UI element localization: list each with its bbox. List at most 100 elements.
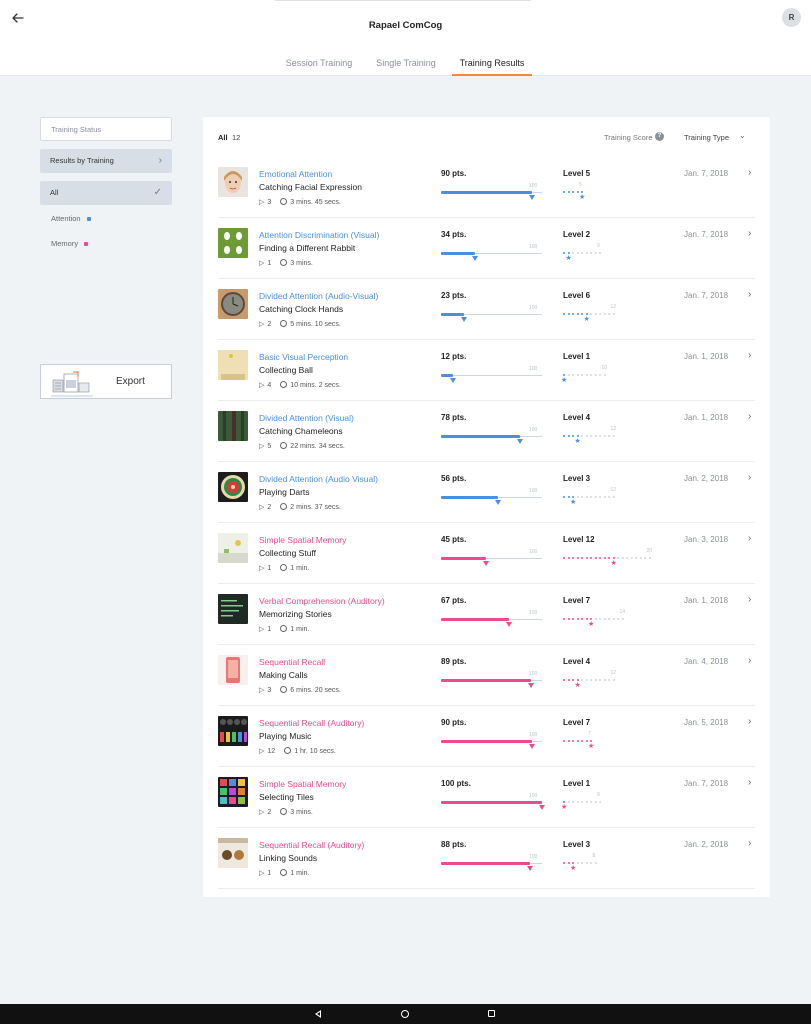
result-row[interactable]: Sequential Recall (Auditory) Playing Musi… [218,706,755,767]
play-meta: ▷ 12 1 hr. 10 secs. [259,747,336,755]
level-dot [617,557,619,559]
filter-all[interactable]: All ✓ [40,181,172,205]
level-dot [599,435,601,437]
results-by-training-button[interactable]: Results by Training › [40,149,172,173]
training-type-dropdown[interactable]: Training Type [684,133,729,142]
level-dot [590,557,592,559]
level-dot [599,496,601,498]
tab-session-training[interactable]: Session Training [282,52,356,76]
clock-icon [280,686,288,693]
tab-bar: Session Training Single Training Trainin… [0,52,811,76]
filter-memory[interactable]: Memory [51,239,89,248]
training-score-sort[interactable]: Training Score [604,133,653,142]
game-name: Finding a Different Rabbit [259,243,356,253]
level-dot [563,801,565,803]
game-name: Collecting Ball [259,365,313,375]
filter-attention[interactable]: Attention [51,214,91,223]
level-dot [581,862,583,864]
level-max-label: 7 [588,731,591,737]
level-dot [576,618,579,620]
level-dot [585,374,588,376]
result-row[interactable]: Divided Attention (Audio Visual) Playing … [218,462,755,523]
result-row[interactable]: Sequential Recall (Auditory) Linking Soun… [218,828,755,889]
play-duration: 3 mins. [290,809,313,816]
tab-training-results[interactable]: Training Results [452,52,532,76]
chevron-right-icon[interactable]: › [748,228,751,239]
result-row[interactable]: Divided Attention (Audio-Visual) Catching… [218,279,755,340]
result-row[interactable]: Attention Discrimination (Visual) Finding… [218,218,755,279]
score-fill [441,435,520,438]
score-max-label: 100 [529,793,538,799]
score-marker-icon [461,317,467,322]
level-dot [612,618,615,620]
score-max-label: 100 [529,732,538,738]
training-status-label: Training Status [51,125,102,134]
nav-home-icon[interactable] [401,1010,409,1018]
score-fill [441,801,542,804]
help-icon[interactable]: ? [655,132,664,141]
level-dot [576,313,579,315]
level-dot [608,313,610,315]
result-row[interactable]: Simple Spatial Memory Collecting Stuff ▷ 1 1… [218,523,755,584]
level-dot [563,496,565,498]
level-dot [608,496,610,498]
result-row[interactable]: Basic Visual Perception Collecting Ball ▷ 4… [218,340,755,401]
export-button[interactable]: Export [40,364,172,399]
chevron-right-icon[interactable]: › [748,594,751,605]
chevron-right-icon[interactable]: › [748,716,751,727]
level-dot [585,862,588,864]
game-name: Catching Chameleons [259,426,343,436]
level-dot [572,618,574,620]
level-star-icon: ★ [588,621,595,628]
level-dot [581,740,583,742]
nav-recent-icon[interactable] [488,1010,495,1017]
level-dot [576,191,579,193]
level-dot [576,740,579,742]
level-dot [572,496,574,498]
all-filter-label[interactable]: All [218,133,228,142]
training-date: Jan. 7, 2018 [684,169,729,178]
chevron-right-icon[interactable]: › [748,838,751,849]
play-duration: 1 min. [290,565,310,572]
chevron-right-icon[interactable]: › [748,167,751,178]
result-row[interactable]: Sequential Recall Making Calls ▷ 3 6 mins. 2… [218,645,755,706]
tab-single-training[interactable]: Single Training [372,52,440,76]
score-bar: 100 [441,793,545,810]
app-header: Rapael ComCog R Session Training Single … [0,0,811,76]
level-dot [603,435,606,437]
memory-color-dot [84,242,89,247]
score-fill [441,679,531,682]
result-row[interactable]: Emotional Attention Catching Facial Expre… [218,157,755,218]
play-count: 1 [267,870,272,877]
chevron-right-icon[interactable]: › [748,411,751,422]
play-icon: ▷ [259,870,265,877]
training-category: Simple Spatial Memory [259,779,347,789]
level-dot [594,557,597,559]
result-row[interactable]: Divided Attention (Visual) Catching Chame… [218,401,755,462]
chevron-right-icon[interactable]: › [748,655,751,666]
play-count: 1 [267,626,272,633]
result-row[interactable]: Simple Spatial Memory Selecting Tiles ▷ 2 3 … [218,767,755,828]
score-max-label: 100 [529,183,538,189]
training-date: Jan. 2, 2018 [684,474,729,483]
level-dot [608,618,610,620]
clock-icon [280,564,288,571]
score-fill [441,862,530,865]
chevron-right-icon[interactable]: › [748,777,751,788]
training-status-button[interactable]: Training Status [40,117,172,141]
avatar[interactable]: R [782,8,801,27]
chevron-right-icon[interactable]: › [748,533,751,544]
score-points: 100 pts. [441,779,471,788]
chevron-right-icon[interactable]: › [748,289,751,300]
level-dot [572,862,574,864]
chevron-down-icon[interactable]: ⌄ [739,131,746,140]
nav-back-icon[interactable] [315,1010,321,1018]
score-max-label: 100 [529,488,538,494]
level-dot [567,740,570,742]
chevron-right-icon: › [158,155,162,166]
chevron-right-icon[interactable]: › [748,350,751,361]
result-row[interactable]: Verbal Comprehension (Auditory) Memorizin… [218,584,755,645]
level-star-icon: ★ [570,865,577,872]
chevron-right-icon[interactable]: › [748,472,751,483]
training-category: Verbal Comprehension (Auditory) [259,596,385,606]
